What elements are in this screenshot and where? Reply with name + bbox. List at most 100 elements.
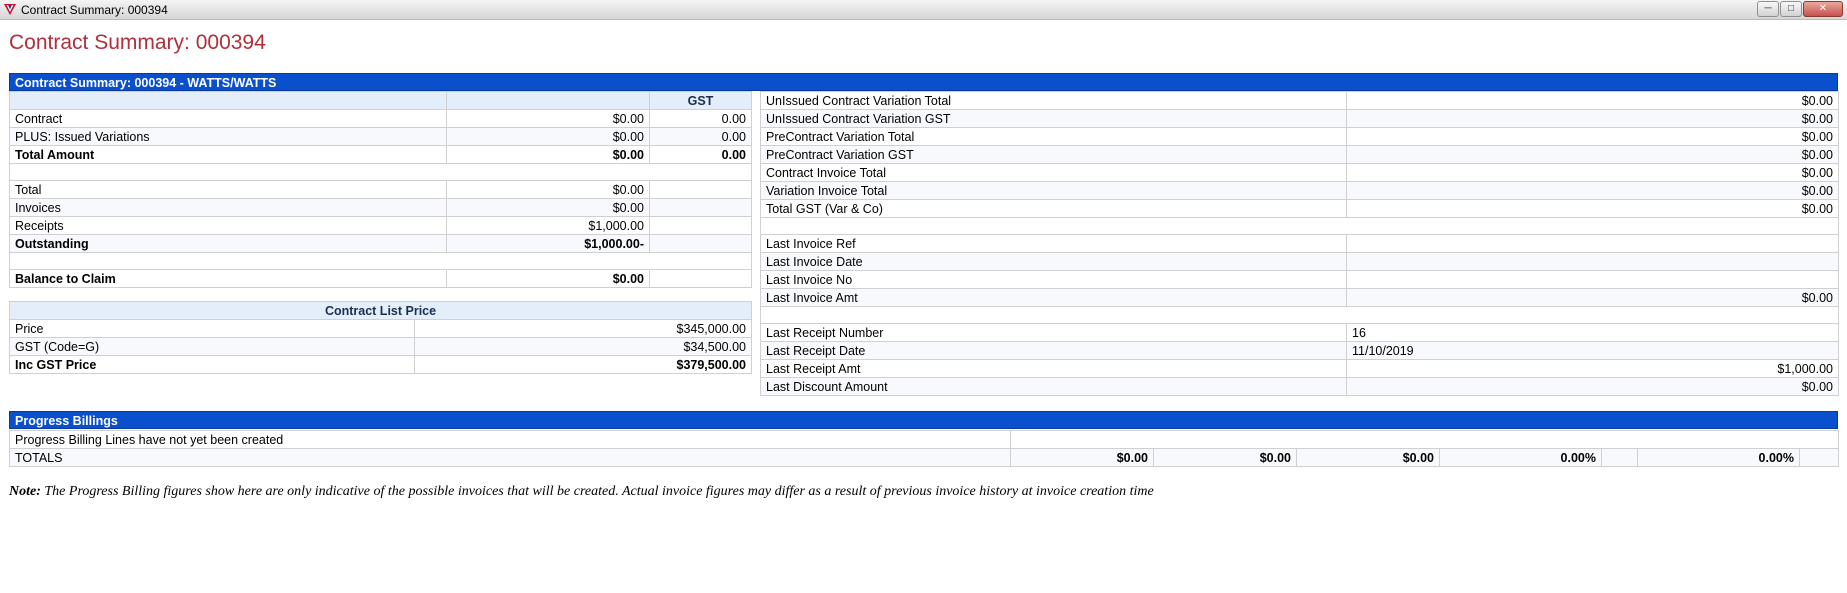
row-label: Total GST (Var & Co): [760, 199, 1347, 218]
close-button[interactable]: ✕: [1803, 1, 1843, 17]
detail-row: Total GST (Var & Co) $0.00: [760, 199, 1839, 218]
row-label: Last Invoice Ref: [760, 234, 1347, 253]
detail-row: Variation Invoice Total $0.00: [760, 181, 1839, 200]
row-amount: $0.00: [446, 269, 650, 288]
row-value: $0.00: [1346, 377, 1839, 396]
progress-billings-table: Progress Billing Lines have not yet been…: [9, 430, 1840, 467]
detail-row: UnIssued Contract Variation GST $0.00: [760, 109, 1839, 128]
row-label: Last Invoice Amt: [760, 288, 1347, 307]
minimize-icon: ─: [1764, 3, 1772, 14]
detail-row: PreContract Variation Total $0.00: [760, 127, 1839, 146]
row-label: UnIssued Contract Variation GST: [760, 109, 1347, 128]
row-value: [1346, 252, 1839, 271]
close-icon: ✕: [1818, 3, 1828, 14]
summary-row-contract: Contract $0.00 0.00: [9, 109, 752, 128]
row-value: $1,000.00: [1346, 359, 1839, 378]
detail-row: Last Receipt Number 16: [760, 323, 1839, 342]
note-label: Note:: [9, 484, 41, 499]
detail-spacer-row: [760, 306, 1839, 324]
row-value: $0.00: [1346, 145, 1839, 164]
row-value: [1346, 234, 1839, 253]
row-amount: $1,000.00: [446, 216, 650, 235]
row-value: $0.00: [1346, 109, 1839, 128]
totals-cell: [1601, 448, 1638, 467]
row-value: $0.00: [1346, 91, 1839, 110]
row-amount: $1,000.00-: [446, 234, 650, 253]
row-value: $0.00: [1346, 181, 1839, 200]
totals-cell: $0.00: [1296, 448, 1440, 467]
summary-section-header: Contract Summary: 000394 - WATTS/WATTS: [9, 73, 1838, 91]
window-title: Contract Summary: 000394: [21, 3, 168, 17]
row-value: $0.00: [1346, 163, 1839, 182]
window-controls: ─ □ ✕: [1757, 1, 1843, 17]
maximize-button[interactable]: □: [1780, 1, 1802, 17]
row-value: 11/10/2019: [1346, 341, 1839, 360]
summary-header-gst: GST: [649, 91, 752, 110]
row-value: [1346, 270, 1839, 289]
row-label: Variation Invoice Total: [760, 181, 1347, 200]
row-label: PLUS: Issued Variations: [9, 127, 447, 146]
page-title: Contract Summary: 000394: [9, 31, 266, 54]
detail-row: Contract Invoice Total $0.00: [760, 163, 1839, 182]
row-amount: $0.00: [446, 127, 650, 146]
row-label: Outstanding: [9, 234, 447, 253]
summary-table: GST Contract $0.00 0.00 PLUS: Issued Var…: [9, 91, 752, 288]
progress-note: Note: The Progress Billing figures show …: [9, 484, 1154, 500]
list-price-row-gst: GST (Code=G) $34,500.00: [9, 337, 753, 356]
row-amount: $0.00: [446, 109, 650, 128]
contract-details-table: UnIssued Contract Variation Total $0.00 …: [760, 91, 1839, 396]
detail-row: Last Receipt Date 11/10/2019: [760, 341, 1839, 360]
row-label: Receipts: [9, 216, 447, 235]
detail-row: Last Invoice No: [760, 270, 1839, 289]
row-amount: $0.00: [446, 198, 650, 217]
detail-row: UnIssued Contract Variation Total $0.00: [760, 91, 1839, 110]
row-label: Last Invoice No: [760, 270, 1347, 289]
totals-cell: [1798, 448, 1840, 467]
row-label: Total: [9, 180, 447, 199]
app-logo-icon: [4, 4, 16, 15]
summary-row-total: Total $0.00: [9, 180, 752, 199]
summary-header-amount: [446, 91, 650, 110]
row-label: Invoices: [9, 198, 447, 217]
row-label: GST (Code=G): [9, 337, 415, 356]
totals-cell: 0.00%: [1637, 448, 1800, 467]
row-value: $0.00: [1346, 127, 1839, 146]
summary-row-balance-to-claim: Balance to Claim $0.00: [9, 269, 752, 288]
progress-totals-row: TOTALS $0.00 $0.00 $0.00 0.00% 0.00%: [9, 448, 1840, 467]
row-amount: $0.00: [446, 145, 650, 164]
progress-message: Progress Billing Lines have not yet been…: [9, 430, 1011, 449]
row-amount: $0.00: [446, 180, 650, 199]
row-label: PreContract Variation GST: [760, 145, 1347, 164]
row-label: Last Receipt Number: [760, 323, 1347, 342]
row-label: Last Discount Amount: [760, 377, 1347, 396]
list-price-row-inc-gst: Inc GST Price $379,500.00: [9, 355, 753, 374]
summary-row-outstanding: Outstanding $1,000.00-: [9, 234, 752, 253]
row-value: $379,500.00: [413, 355, 753, 374]
progress-message-row: Progress Billing Lines have not yet been…: [9, 430, 1840, 449]
totals-cell: $0.00: [1010, 448, 1154, 467]
row-value: 16: [1346, 323, 1839, 342]
row-gst: 0.00: [649, 127, 752, 146]
window-titlebar: Contract Summary: 000394 ─ □ ✕: [0, 0, 1847, 20]
row-value: $345,000.00: [413, 319, 753, 338]
totals-label: TOTALS: [9, 448, 1011, 467]
list-price-table: Contract List Price Price $345,000.00 GS…: [8, 301, 753, 374]
detail-row: Last Invoice Date: [760, 252, 1839, 271]
summary-row-receipts: Receipts $1,000.00: [9, 216, 752, 235]
row-value: $34,500.00: [413, 337, 753, 356]
summary-row-invoices: Invoices $0.00: [9, 198, 752, 217]
totals-cell: $0.00: [1153, 448, 1297, 467]
row-label: Last Receipt Amt: [760, 359, 1347, 378]
summary-spacer-row: [9, 252, 752, 270]
row-label: Total Amount: [9, 145, 447, 164]
summary-header-label: [9, 91, 447, 110]
minimize-button[interactable]: ─: [1757, 1, 1779, 17]
row-label: Balance to Claim: [9, 269, 447, 288]
maximize-icon: □: [1787, 3, 1795, 14]
row-label: Inc GST Price: [9, 355, 415, 374]
totals-cell: 0.00%: [1439, 448, 1602, 467]
detail-row: Last Receipt Amt $1,000.00: [760, 359, 1839, 378]
summary-spacer-row: [9, 163, 752, 181]
row-value: $0.00: [1346, 199, 1839, 218]
list-price-row-price: Price $345,000.00: [9, 319, 753, 338]
